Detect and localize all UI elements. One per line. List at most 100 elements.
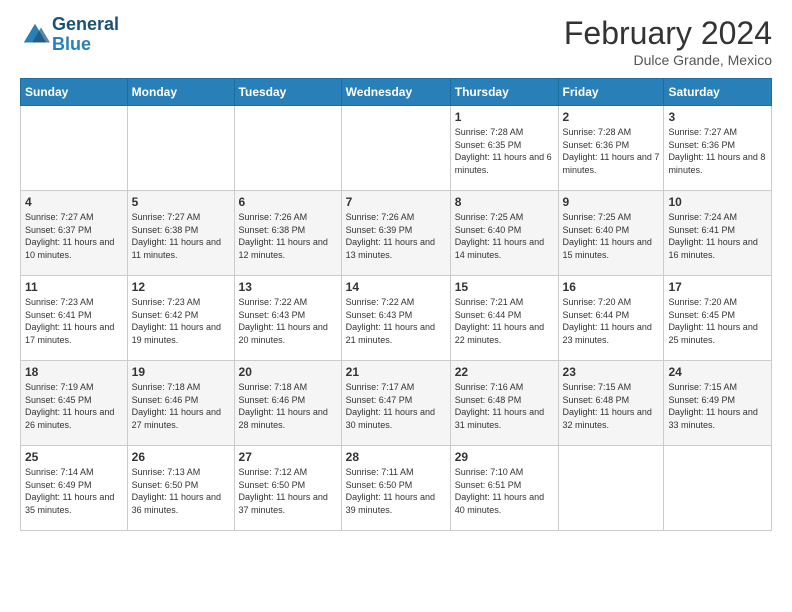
day-cell: 18 Sunrise: 7:19 AM Sunset: 6:45 PM Dayli… [21, 361, 128, 446]
day-cell: 6 Sunrise: 7:26 AM Sunset: 6:38 PM Daylig… [234, 191, 341, 276]
day-cell: 15Sunrise: 7:21 AM Sunset: 6:44 PM Dayli… [450, 276, 558, 361]
day-number: 21 [346, 365, 446, 379]
day-info: Sunrise: 7:23 AM Sunset: 6:42 PM Dayligh… [132, 296, 230, 346]
day-cell [341, 106, 450, 191]
day-info: Sunrise: 7:18 AM Sunset: 6:46 PM Dayligh… [132, 381, 230, 431]
day-info: Sunrise: 7:10 AM Sunset: 6:51 PM Dayligh… [455, 466, 554, 516]
day-cell: 16 Sunrise: 7:20 AM Sunset: 6:44 PM Dayli… [558, 276, 664, 361]
day-cell: 10 Sunrise: 7:24 AM Sunset: 6:41 PM Dayli… [664, 191, 772, 276]
day-info: Sunrise: 7:15 AM Sunset: 6:48 PM Dayligh… [563, 381, 660, 431]
day-cell: 13 Sunrise: 7:22 AM Sunset: 6:43 PM Dayli… [234, 276, 341, 361]
logo-text: General Blue [52, 15, 119, 55]
day-info: Sunrise: 7:20 AM Sunset: 6:44 PM Dayligh… [563, 296, 660, 346]
day-info: Sunrise: 7:26 AM Sunset: 6:39 PM Dayligh… [346, 211, 446, 261]
day-cell [558, 446, 664, 531]
header-cell-wednesday: Wednesday [341, 79, 450, 106]
day-number: 24 [668, 365, 767, 379]
day-info: Sunrise: 7:25 AM Sunset: 6:40 PM Dayligh… [563, 211, 660, 261]
day-number: 13 [239, 280, 337, 294]
day-cell: 22Sunrise: 7:16 AM Sunset: 6:48 PM Dayli… [450, 361, 558, 446]
day-number: 2 [563, 110, 660, 124]
header-cell-tuesday: Tuesday [234, 79, 341, 106]
logo-icon [20, 20, 50, 50]
day-info: Sunrise: 7:22 AM Sunset: 6:43 PM Dayligh… [346, 296, 446, 346]
day-info: Sunrise: 7:13 AM Sunset: 6:50 PM Dayligh… [132, 466, 230, 516]
day-info: Sunrise: 7:12 AM Sunset: 6:50 PM Dayligh… [239, 466, 337, 516]
day-number: 5 [132, 195, 230, 209]
day-info: Sunrise: 7:28 AM Sunset: 6:35 PM Dayligh… [455, 126, 554, 176]
day-cell [664, 446, 772, 531]
day-number: 6 [239, 195, 337, 209]
day-cell: 27 Sunrise: 7:12 AM Sunset: 6:50 PM Dayli… [234, 446, 341, 531]
day-info: Sunrise: 7:27 AM Sunset: 6:37 PM Dayligh… [25, 211, 123, 261]
day-info: Sunrise: 7:22 AM Sunset: 6:43 PM Dayligh… [239, 296, 337, 346]
day-number: 10 [668, 195, 767, 209]
day-cell: 5 Sunrise: 7:27 AM Sunset: 6:38 PM Daylig… [127, 191, 234, 276]
day-info: Sunrise: 7:25 AM Sunset: 6:40 PM Dayligh… [455, 211, 554, 261]
day-info: Sunrise: 7:24 AM Sunset: 6:41 PM Dayligh… [668, 211, 767, 261]
header-cell-friday: Friday [558, 79, 664, 106]
day-number: 4 [25, 195, 123, 209]
day-cell: 29 Sunrise: 7:10 AM Sunset: 6:51 PM Dayli… [450, 446, 558, 531]
day-number: 29 [455, 450, 554, 464]
day-number: 16 [563, 280, 660, 294]
day-cell: 11Sunrise: 7:23 AM Sunset: 6:41 PM Dayli… [21, 276, 128, 361]
day-number: 20 [239, 365, 337, 379]
day-number: 25 [25, 450, 123, 464]
day-number: 23 [563, 365, 660, 379]
day-number: 17 [668, 280, 767, 294]
day-info: Sunrise: 7:15 AM Sunset: 6:49 PM Dayligh… [668, 381, 767, 431]
day-info: Sunrise: 7:20 AM Sunset: 6:45 PM Dayligh… [668, 296, 767, 346]
day-info: Sunrise: 7:11 AM Sunset: 6:50 PM Dayligh… [346, 466, 446, 516]
day-info: Sunrise: 7:19 AM Sunset: 6:45 PM Dayligh… [25, 381, 123, 431]
day-cell: 2 Sunrise: 7:28 AM Sunset: 6:36 PM Daylig… [558, 106, 664, 191]
day-info: Sunrise: 7:26 AM Sunset: 6:38 PM Dayligh… [239, 211, 337, 261]
day-cell: 9 Sunrise: 7:25 AM Sunset: 6:40 PM Daylig… [558, 191, 664, 276]
day-number: 18 [25, 365, 123, 379]
day-cell: 1 Sunrise: 7:28 AM Sunset: 6:35 PM Daylig… [450, 106, 558, 191]
day-info: Sunrise: 7:17 AM Sunset: 6:47 PM Dayligh… [346, 381, 446, 431]
day-info: Sunrise: 7:14 AM Sunset: 6:49 PM Dayligh… [25, 466, 123, 516]
day-cell: 25 Sunrise: 7:14 AM Sunset: 6:49 PM Dayli… [21, 446, 128, 531]
day-cell: 14 Sunrise: 7:22 AM Sunset: 6:43 PM Dayli… [341, 276, 450, 361]
day-number: 22 [455, 365, 554, 379]
day-number: 19 [132, 365, 230, 379]
day-number: 15 [455, 280, 554, 294]
title-block: February 2024 Dulce Grande, Mexico [564, 15, 772, 68]
week-row-3: 18 Sunrise: 7:19 AM Sunset: 6:45 PM Dayli… [21, 361, 772, 446]
calendar-table: SundayMondayTuesdayWednesdayThursdayFrid… [20, 78, 772, 531]
header-cell-sunday: Sunday [21, 79, 128, 106]
day-cell: 17 Sunrise: 7:20 AM Sunset: 6:45 PM Dayli… [664, 276, 772, 361]
day-number: 11 [25, 280, 123, 294]
day-number: 9 [563, 195, 660, 209]
logo-line2: Blue [52, 35, 119, 55]
day-cell [234, 106, 341, 191]
day-number: 28 [346, 450, 446, 464]
day-info: Sunrise: 7:18 AM Sunset: 6:46 PM Dayligh… [239, 381, 337, 431]
day-number: 26 [132, 450, 230, 464]
calendar-header: SundayMondayTuesdayWednesdayThursdayFrid… [21, 79, 772, 106]
week-row-0: 1 Sunrise: 7:28 AM Sunset: 6:35 PM Daylig… [21, 106, 772, 191]
month-title: February 2024 [564, 15, 772, 52]
logo-line1: General [52, 15, 119, 35]
day-info: Sunrise: 7:28 AM Sunset: 6:36 PM Dayligh… [563, 126, 660, 176]
day-number: 7 [346, 195, 446, 209]
day-info: Sunrise: 7:27 AM Sunset: 6:36 PM Dayligh… [668, 126, 767, 176]
day-info: Sunrise: 7:27 AM Sunset: 6:38 PM Dayligh… [132, 211, 230, 261]
calendar-body: 1 Sunrise: 7:28 AM Sunset: 6:35 PM Daylig… [21, 106, 772, 531]
day-number: 27 [239, 450, 337, 464]
day-cell: 12Sunrise: 7:23 AM Sunset: 6:42 PM Dayli… [127, 276, 234, 361]
day-number: 1 [455, 110, 554, 124]
day-cell [21, 106, 128, 191]
header-cell-thursday: Thursday [450, 79, 558, 106]
day-cell: 8Sunrise: 7:25 AM Sunset: 6:40 PM Daylig… [450, 191, 558, 276]
week-row-2: 11Sunrise: 7:23 AM Sunset: 6:41 PM Dayli… [21, 276, 772, 361]
day-number: 14 [346, 280, 446, 294]
logo: General Blue [20, 15, 119, 55]
day-cell: 20 Sunrise: 7:18 AM Sunset: 6:46 PM Dayli… [234, 361, 341, 446]
day-cell: 4 Sunrise: 7:27 AM Sunset: 6:37 PM Daylig… [21, 191, 128, 276]
header-cell-monday: Monday [127, 79, 234, 106]
day-cell [127, 106, 234, 191]
day-cell: 28 Sunrise: 7:11 AM Sunset: 6:50 PM Dayli… [341, 446, 450, 531]
header: General Blue February 2024 Dulce Grande,… [20, 15, 772, 68]
